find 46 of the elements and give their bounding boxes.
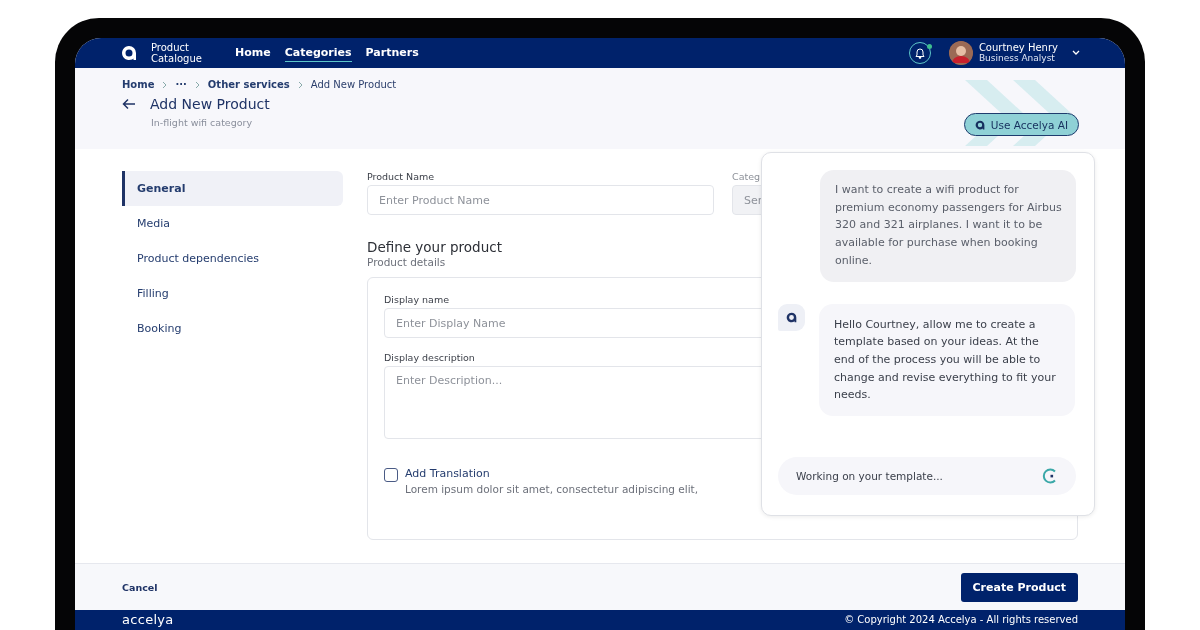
chevron-right-icon — [194, 80, 200, 89]
logo-icon — [121, 45, 137, 61]
breadcrumb-link[interactable]: Home — [122, 79, 155, 90]
bell-icon — [914, 47, 925, 59]
nav-link[interactable]: Categories — [284, 44, 352, 62]
breadcrumb-link[interactable]: Other services — [207, 79, 290, 90]
section-tab[interactable]: Filling — [122, 276, 343, 311]
product-name-field[interactable]: Enter Product Name — [367, 185, 714, 215]
field-label: Display description — [384, 352, 475, 363]
section-tab[interactable]: Product dependencies — [122, 241, 343, 276]
nav-link[interactable]: Home — [235, 44, 271, 62]
avatar[interactable] — [948, 41, 973, 65]
assistant-message: Hello Courtney, allow me to create a template based on your ideas. At the end of the process you will be able to change and revise everything to fit your needs. — [819, 303, 1075, 417]
page-subtitle: In-flight wifi category — [151, 117, 254, 128]
assistant-logo-icon — [786, 311, 797, 323]
copyright-text: © Copyright 2024 Accelya - All rights reserved — [844, 613, 1078, 627]
breadcrumb-link[interactable]: ··· — [175, 79, 187, 90]
user-role: Business Analyst — [978, 53, 1055, 64]
page-title: Add New Product — [150, 96, 270, 112]
checkbox-label: Add Translation — [405, 467, 491, 480]
chevron-down-icon[interactable] — [1072, 50, 1080, 56]
ai-assistant-button[interactable]: Use Accelya AI — [963, 113, 1079, 136]
field-label: Categ — [732, 171, 761, 182]
app-name: Product Catalogue — [151, 42, 203, 64]
ai-logo-icon — [974, 119, 985, 130]
field-label: Product Name — [367, 171, 435, 182]
chevron-right-icon — [162, 80, 168, 89]
field-label: Display name — [384, 294, 449, 305]
checkbox[interactable] — [384, 468, 398, 482]
section-tab[interactable]: General — [122, 171, 343, 206]
footer-logo: accelya — [122, 613, 174, 627]
loading-spinner-icon — [1042, 468, 1058, 484]
cancel-button[interactable]: Cancel — [122, 581, 158, 593]
nav-link[interactable]: Partners — [365, 44, 419, 62]
section-tab[interactable]: Booking — [122, 311, 343, 346]
status-text: Working on your template... — [796, 470, 944, 482]
section-heading: Define your product — [367, 239, 502, 255]
section-subheading: Product details — [367, 256, 446, 268]
back-arrow-icon[interactable] — [122, 98, 136, 110]
breadcrumb-link[interactable]: Add New Product — [310, 79, 397, 90]
user-message: I want to create a wifi product for premium economy passengers for Airbus 320 and 321 airplanes. I want it to be available for purchase when booking online. — [820, 170, 1076, 282]
chevron-right-icon — [297, 80, 303, 89]
checkbox-description: Lorem ipsum dolor sit amet, consectetur adipiscing elit, — [405, 483, 699, 495]
user-name: Courtney Henry — [978, 42, 1058, 53]
section-tab[interactable]: Media — [122, 206, 343, 241]
create-product-button[interactable]: Create Product — [960, 572, 1078, 602]
